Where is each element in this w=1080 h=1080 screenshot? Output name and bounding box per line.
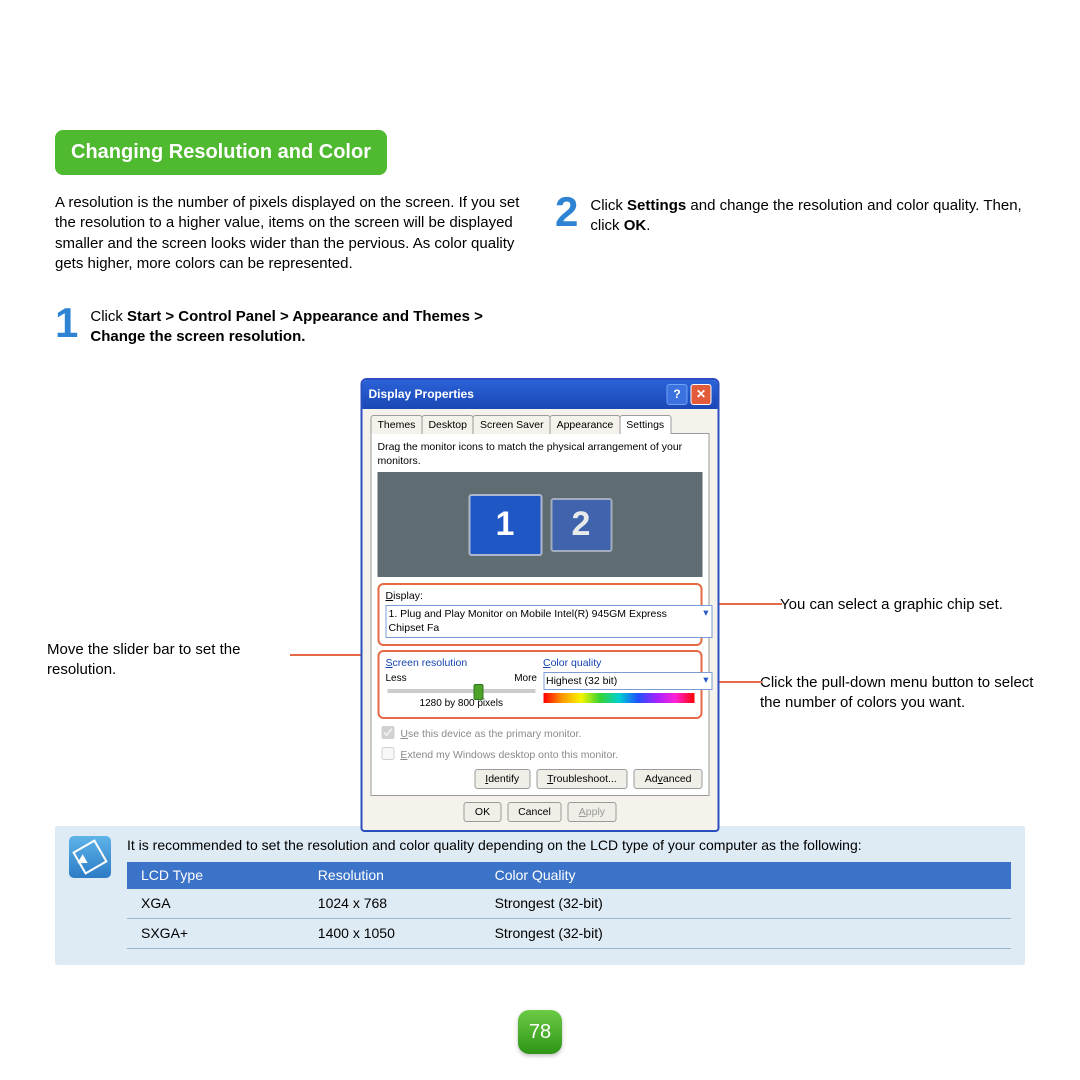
resolution-value: 1280 by 800 pixels — [386, 697, 538, 711]
tab-settings[interactable]: Settings — [619, 415, 671, 434]
tab-appearance[interactable]: Appearance — [550, 415, 621, 434]
drag-hint: Drag the monitor icons to match the phys… — [378, 440, 703, 468]
display-group: Display: 1. Plug and Play Monitor on Mob… — [378, 583, 703, 646]
monitor-2[interactable]: 2 — [550, 498, 612, 552]
table-row: XGA 1024 x 768 Strongest (32-bit) — [127, 889, 1011, 918]
step-2-text: Click Settings and change the resolution… — [590, 193, 1025, 237]
advanced-button[interactable]: Advanced — [634, 769, 703, 789]
apply-button[interactable]: Apply — [568, 802, 616, 822]
tabs: Themes Desktop Screen Saver Appearance S… — [371, 415, 710, 434]
note-intro: It is recommended to set the resolution … — [127, 836, 1011, 855]
lcd-table: LCD Type Resolution Color Quality XGA 10… — [127, 862, 1011, 949]
primary-monitor-check: Use this device as the primary monitor. — [378, 723, 703, 742]
step-1-number: 1 — [55, 304, 78, 348]
step-1-text: Click Start > Control Panel > Appearance… — [90, 304, 525, 348]
identify-button[interactable]: Identify — [474, 769, 530, 789]
dialog-title: Display Properties — [369, 386, 474, 402]
page-number: 78 — [518, 1010, 562, 1054]
table-row: SXGA+ 1400 x 1050 Strongest (32-bit) — [127, 919, 1011, 949]
res-color-group: Screen resolution Less More 1280 by 800 … — [378, 650, 703, 719]
tab-screensaver[interactable]: Screen Saver — [473, 415, 551, 434]
intro-text: A resolution is the number of pixels dis… — [55, 193, 525, 274]
cancel-button[interactable]: Cancel — [507, 802, 562, 822]
display-properties-dialog: Display Properties ? ✕ Themes Desktop Sc… — [361, 378, 720, 833]
tab-desktop[interactable]: Desktop — [421, 415, 474, 434]
note-box: It is recommended to set the resolution … — [55, 826, 1025, 966]
monitor-1[interactable]: 1 — [468, 494, 542, 556]
section-title: Changing Resolution and Color — [55, 130, 387, 175]
slider-more: More — [514, 672, 537, 686]
resolution-slider[interactable] — [388, 689, 536, 693]
note-icon — [69, 836, 111, 878]
color-spectrum — [543, 693, 695, 703]
monitor-arrangement[interactable]: 1 2 — [378, 472, 703, 577]
tab-themes[interactable]: Themes — [371, 415, 423, 434]
display-select[interactable]: 1. Plug and Play Monitor on Mobile Intel… — [386, 605, 713, 637]
step-2-number: 2 — [555, 193, 578, 237]
callout-colors: Click the pull-down menu button to selec… — [760, 673, 1035, 714]
callout-chipset: You can select a graphic chip set. — [780, 595, 1035, 615]
close-button[interactable]: ✕ — [691, 384, 712, 405]
slider-less: Less — [386, 672, 407, 686]
callout-slider: Move the slider bar to set the resolutio… — [47, 640, 292, 681]
ok-button[interactable]: OK — [464, 802, 501, 822]
troubleshoot-button[interactable]: Troubleshoot... — [536, 769, 628, 789]
extend-desktop-check: Extend my Windows desktop onto this moni… — [378, 744, 703, 763]
help-button[interactable]: ? — [667, 384, 688, 405]
color-quality-select[interactable]: Highest (32 bit) — [543, 672, 713, 690]
